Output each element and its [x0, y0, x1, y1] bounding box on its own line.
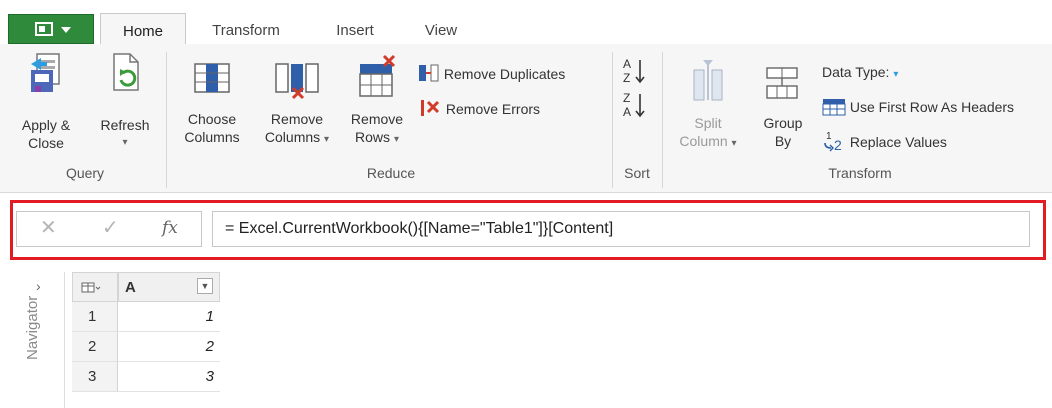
data-grid: A ▼ 1 1 2 2 3 3	[72, 272, 220, 402]
group-divider	[612, 52, 613, 188]
data-type-dropdown[interactable]: Data Type: ▾	[822, 64, 898, 80]
choose-columns-button[interactable]: Choose Columns	[176, 58, 248, 146]
row-number[interactable]: 2	[72, 332, 118, 362]
svg-text:Z: Z	[623, 71, 630, 85]
row-number[interactable]: 1	[72, 302, 118, 332]
split-column-icon	[693, 60, 723, 101]
sort-ascending-icon: A Z	[623, 57, 645, 85]
choose-columns-label-1: Choose	[187, 111, 237, 127]
apply-close-button[interactable]: Apply & Close	[8, 50, 84, 152]
group-divider	[662, 52, 663, 188]
group-label-query: Query	[65, 165, 105, 181]
dropdown-arrow-icon: ▾	[122, 137, 128, 148]
svg-text:Z: Z	[623, 91, 630, 105]
column-filter-dropdown-icon[interactable]: ▼	[197, 278, 213, 294]
choose-columns-label-2: Columns	[184, 129, 240, 145]
table-menu-button[interactable]	[72, 272, 118, 302]
table-cell[interactable]: 1	[118, 302, 220, 332]
group-label-reduce: Reduce	[366, 165, 416, 181]
file-menu-button[interactable]	[8, 14, 94, 44]
dropdown-arrow-icon: ▾	[893, 69, 899, 80]
navigator-label: Navigator	[24, 295, 41, 360]
use-first-row-as-headers-label: Use First Row As Headers	[849, 99, 1015, 115]
tab-home[interactable]: Home	[100, 13, 186, 45]
split-column-label-1: Split	[694, 115, 722, 131]
svg-text:1: 1	[826, 131, 832, 142]
ribbon-tab-bar: Home Transform Insert View	[0, 0, 1052, 45]
data-type-label: Data Type:	[822, 64, 890, 80]
group-label-sort: Sort	[624, 165, 650, 181]
remove-columns-label-2: Columns ▾	[264, 129, 330, 145]
group-by-icon	[766, 67, 798, 99]
tab-transform[interactable]: Transform	[196, 18, 296, 44]
apply-close-label-1: Apply &	[21, 117, 71, 133]
remove-duplicates-label: Remove Duplicates	[443, 66, 566, 82]
remove-rows-label-2: Rows ▾	[355, 129, 399, 145]
remove-columns-icon	[275, 63, 319, 100]
remove-errors-label: Remove Errors	[445, 101, 541, 117]
ribbon: Apply & Close Refresh ▾ Query Choose Col…	[0, 44, 1052, 193]
apply-close-icon	[31, 53, 60, 92]
table-cell[interactable]: 3	[118, 362, 220, 392]
apply-close-label-2: Close	[28, 135, 64, 151]
replace-values-icon: 1 2	[824, 131, 842, 153]
svg-text:A: A	[623, 57, 631, 71]
table-headers-icon	[822, 99, 846, 116]
group-by-label-1: Group	[763, 115, 803, 131]
split-column-label-2: Column ▾	[679, 133, 737, 149]
table-icon	[81, 282, 101, 293]
replace-values-label: Replace Values	[849, 134, 947, 150]
remove-duplicates-button[interactable]: Remove Duplicates	[418, 64, 565, 82]
column-header-label: A	[125, 279, 136, 296]
group-divider	[166, 52, 167, 188]
formula-bar-highlight	[10, 200, 1046, 260]
group-by-label-2: By	[774, 133, 792, 149]
column-header-a[interactable]: A ▼	[118, 272, 220, 302]
document-icon	[35, 22, 53, 36]
svg-text:A: A	[623, 105, 631, 119]
refresh-icon	[113, 53, 139, 91]
table-cell[interactable]: 2	[118, 332, 220, 362]
sort-descending-button[interactable]: Z A	[618, 90, 652, 124]
remove-columns-button[interactable]: Remove Columns ▾	[252, 58, 342, 149]
group-by-button[interactable]: Group By	[752, 54, 814, 150]
row-number[interactable]: 3	[72, 362, 118, 392]
tab-view[interactable]: View	[412, 18, 470, 44]
refresh-label: Refresh	[100, 117, 150, 133]
remove-rows-icon	[359, 54, 396, 97]
remove-rows-button[interactable]: Remove Rows ▾	[342, 50, 412, 149]
split-column-button[interactable]: Split Column ▾	[668, 54, 748, 153]
remove-errors-button[interactable]: Remove Errors	[420, 98, 540, 118]
svg-text:2: 2	[834, 137, 842, 152]
remove-columns-label-1: Remove	[270, 111, 324, 127]
remove-rows-label-1: Remove	[350, 111, 404, 127]
refresh-button[interactable]: Refresh ▾	[90, 50, 160, 152]
group-label-transform: Transform	[828, 165, 892, 181]
use-first-row-as-headers-button[interactable]: Use First Row As Headers	[822, 98, 1014, 116]
choose-columns-icon	[194, 63, 230, 93]
remove-errors-icon	[421, 100, 440, 116]
dropdown-arrow-icon	[61, 27, 71, 33]
replace-values-button[interactable]: 1 2 Replace Values	[822, 130, 947, 153]
sort-ascending-button[interactable]: A Z	[618, 56, 652, 90]
sort-descending-icon: Z A	[623, 91, 645, 119]
remove-duplicates-icon	[419, 64, 439, 82]
tab-insert[interactable]: Insert	[322, 18, 388, 44]
